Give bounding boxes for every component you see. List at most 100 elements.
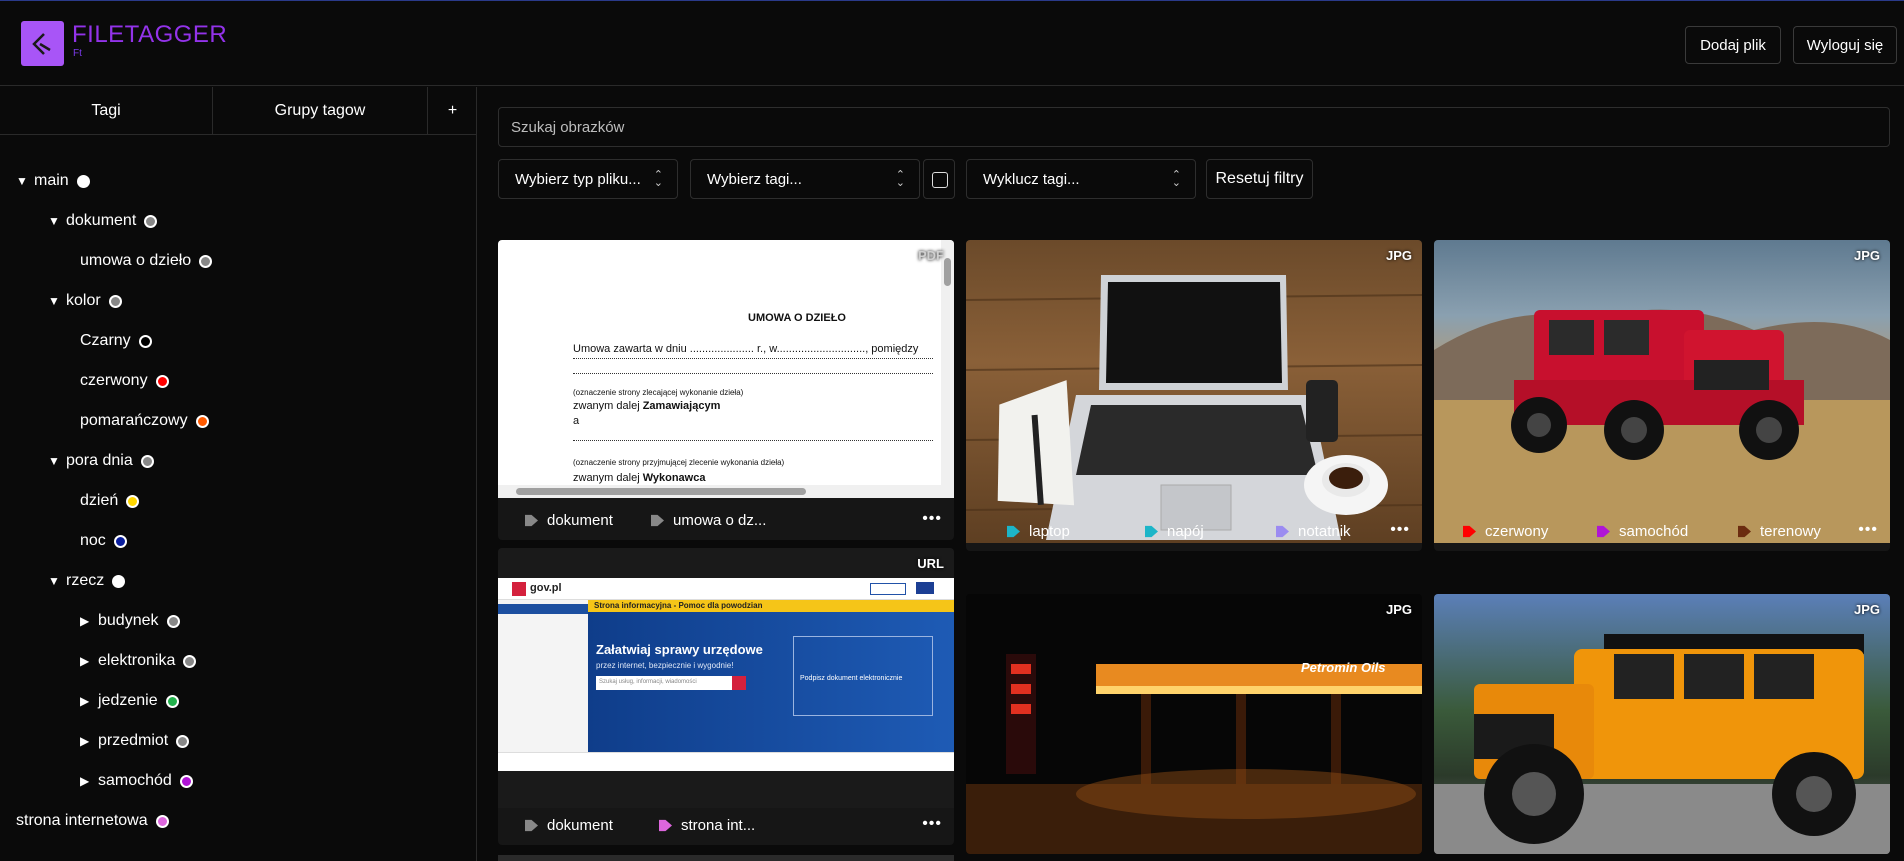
back-arrow-icon: [32, 33, 51, 55]
tag-chip[interactable]: dokument: [524, 512, 613, 529]
tag-chip[interactable]: czerwony: [1462, 523, 1548, 540]
caret-right-icon[interactable]: ▶: [80, 734, 98, 748]
tags-select[interactable]: Wybierz tagi... ⌃ ⌄: [690, 159, 920, 199]
eu-flag-icon: [916, 582, 934, 594]
file-type-select[interactable]: Wybierz typ pliku... ⌃ ⌄: [498, 159, 678, 199]
more-options-icon[interactable]: •••: [922, 815, 942, 833]
tag-tree-item[interactable]: czerwony: [80, 371, 169, 391]
logout-button[interactable]: Wyloguj się: [1793, 26, 1897, 64]
file-card[interactable]: JPG czerwony samochód terenowy •••: [1434, 240, 1890, 551]
tag-label: czerwony: [1485, 523, 1549, 540]
tag-color-dot: [126, 494, 140, 508]
tag-tree-item[interactable]: ▼ kolor: [48, 291, 122, 311]
chevron-updown-icon: ⌃ ⌄: [895, 169, 905, 189]
scrollbar-thumb[interactable]: [516, 488, 806, 495]
more-options-icon[interactable]: •••: [1390, 521, 1410, 539]
app-header: FILETAGGER Ft Dodaj plik Wyloguj się: [0, 1, 1904, 86]
search-input[interactable]: [498, 107, 1890, 147]
website-sidebar: [498, 600, 588, 752]
more-options-icon[interactable]: •••: [922, 510, 942, 528]
tab-tags[interactable]: Tagi: [0, 87, 213, 135]
logo[interactable]: [21, 21, 64, 66]
sidebar-tabs: Tagi Grupy tagow +: [0, 87, 477, 135]
tag-chip[interactable]: samochód: [1596, 523, 1688, 540]
reset-filters-button[interactable]: Resetuj filtry: [1206, 159, 1313, 199]
tag-tree-item[interactable]: ▼ rzecz: [48, 571, 126, 591]
caret-down-icon[interactable]: ▼: [48, 574, 66, 588]
pdf-preview: UMOWA O DZIEŁO Umowa zawarta w dniu ....…: [498, 240, 954, 498]
tag-tree-item[interactable]: ▶ budynek: [80, 611, 180, 631]
tag-icon: [525, 819, 538, 832]
file-card[interactable]: UMOWA O DZIEŁO Umowa zawarta w dniu ....…: [498, 240, 954, 540]
tag-tree-item[interactable]: ▶ jedzenie: [80, 691, 179, 711]
tag-chip[interactable]: strona int...: [658, 817, 755, 834]
exclude-tags-select[interactable]: Wyklucz tagi... ⌃ ⌄: [966, 159, 1196, 199]
tag-label: notatnik: [1298, 523, 1351, 540]
tag-tree-item[interactable]: umowa o dzieło: [80, 251, 213, 271]
tag-label: napój: [1167, 523, 1204, 540]
tag-tree-item[interactable]: noc: [80, 531, 127, 551]
tag-tree-item[interactable]: pomarańczowy: [80, 411, 209, 431]
caret-right-icon[interactable]: ▶: [80, 614, 98, 628]
tag-tree-item[interactable]: ▶ samochód: [80, 771, 193, 791]
caret-right-icon[interactable]: ▶: [80, 654, 98, 668]
more-options-icon[interactable]: •••: [1858, 521, 1878, 539]
orange-jeep-photo: JPG: [1434, 594, 1890, 854]
file-card[interactable]: JPG laptop napój notatnik •••: [966, 240, 1422, 551]
caret-down-icon[interactable]: ▼: [16, 174, 34, 188]
website-topbar: gov.pl: [498, 578, 954, 600]
vertical-scrollbar[interactable]: [941, 240, 954, 485]
tag-bar: czerwony samochód terenowy •••: [1434, 513, 1890, 551]
checkbox-box: [932, 172, 948, 188]
caret-down-icon[interactable]: ▼: [48, 454, 66, 468]
tag-color-dot: [176, 734, 190, 748]
tag-tree-item[interactable]: Czarny: [80, 331, 152, 351]
tag-chip[interactable]: napój: [1144, 523, 1204, 540]
file-card[interactable]: Petromin Oils JPG: [966, 594, 1422, 854]
file-card[interactable]: gov.pl Strona informacyjna - Pomoc dla p…: [498, 548, 954, 845]
tag-label: umowa o dz...: [673, 512, 767, 529]
tag-chip[interactable]: dokument: [524, 817, 613, 834]
add-file-button[interactable]: Dodaj plik: [1685, 26, 1781, 64]
tag-chip[interactable]: laptop: [1006, 523, 1070, 540]
tag-bar: dokument umowa o dz... •••: [498, 502, 954, 540]
scrollbar-thumb[interactable]: [944, 258, 951, 286]
tag-tree-item[interactable]: dzień: [80, 491, 140, 511]
match-all-checkbox[interactable]: [923, 159, 955, 199]
tag-chip[interactable]: terenowy: [1737, 523, 1821, 540]
tag-icon: [1007, 525, 1020, 538]
add-tab-button[interactable]: +: [428, 87, 477, 135]
tag-tree-item[interactable]: ▶ elektronika: [80, 651, 197, 671]
caret-down-icon[interactable]: ▼: [48, 294, 66, 308]
tag-icon: [651, 514, 664, 527]
tag-tree-item[interactable]: ▼ dokument: [48, 211, 158, 231]
tag-chip[interactable]: umowa o dz...: [650, 512, 766, 529]
caret-down-icon[interactable]: ▼: [48, 214, 66, 228]
tag-icon: [659, 819, 672, 832]
file-type-badge: JPG: [1385, 602, 1412, 617]
tag-tree-item[interactable]: ▼ pora dnia: [48, 451, 154, 471]
tag-tree-label: pomarańczowy: [80, 412, 188, 429]
tag-icon: [1463, 525, 1476, 538]
caret-right-icon[interactable]: ▶: [80, 694, 98, 708]
tag-tree-item[interactable]: ▼ main: [16, 171, 90, 191]
tag-tree-label: strona internetowa: [16, 812, 148, 829]
tag-tree-item[interactable]: strona internetowa: [16, 811, 169, 831]
website-info-bar: Strona informacyjna - Pomoc dla powodzia…: [588, 600, 954, 612]
tag-icon: [525, 514, 538, 527]
tag-chip[interactable]: notatnik: [1275, 523, 1351, 540]
caret-right-icon[interactable]: ▶: [80, 774, 98, 788]
chevron-updown-icon: ⌃ ⌄: [1171, 169, 1181, 189]
file-type-badge: JPG: [1853, 602, 1880, 617]
tag-color-dot: [144, 214, 158, 228]
tag-tree-item[interactable]: ▶ przedmiot: [80, 731, 190, 751]
gas-station-photo: Petromin Oils JPG: [966, 594, 1422, 854]
tab-tag-groups[interactable]: Grupy tagow: [213, 87, 428, 135]
gas-station-illustration: [966, 594, 1422, 854]
login-box: [870, 583, 906, 595]
file-card[interactable]: JPG: [1434, 594, 1890, 854]
tag-tree-label: elektronika: [98, 652, 176, 669]
horizontal-scrollbar[interactable]: [498, 485, 954, 498]
tag-icon: [1145, 525, 1158, 538]
laptop-illustration: [966, 275, 1422, 540]
